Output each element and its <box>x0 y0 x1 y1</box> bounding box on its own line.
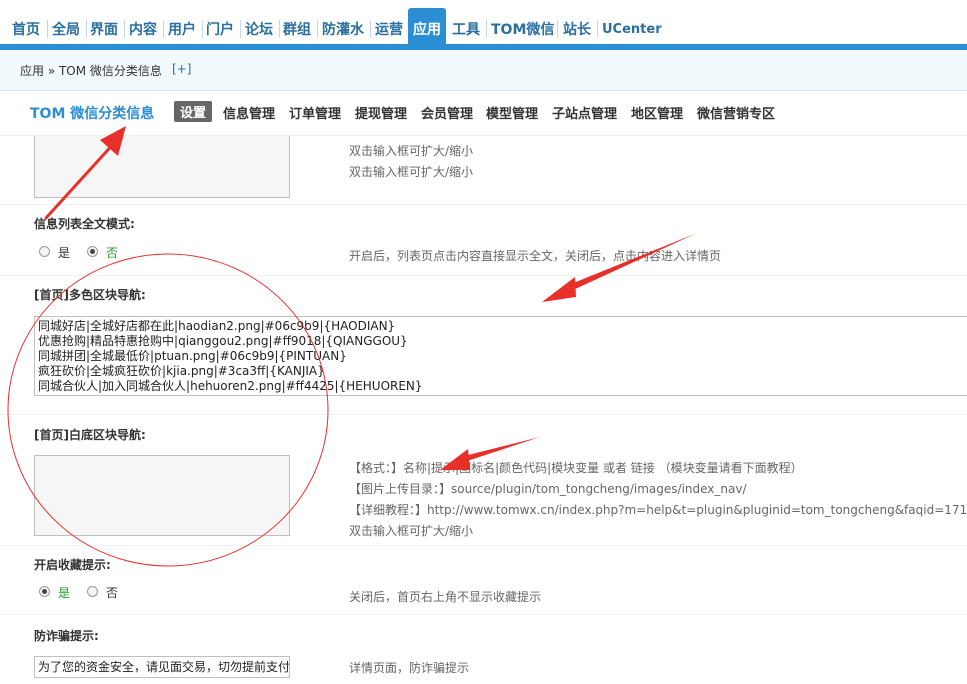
white-nav-textarea[interactable] <box>34 455 290 536</box>
textarea-line: 同城拼团|全城最低价|ptuan.png|#06c9b9|{PINTUAN} <box>38 349 347 363</box>
setting-label: 开启收藏提示: <box>34 558 111 572</box>
setting-row-white-nav: [首页]白底区块导航: 【格式：】名称|提示|图标名|颜色代码|模块变量 或者 … <box>0 415 967 546</box>
setting-row: 双击输入框可扩大/缩小 双击输入框可扩大/缩小 <box>0 136 967 205</box>
radio-yes[interactable] <box>39 586 50 597</box>
tab-withdraw-management[interactable]: 提现管理 <box>355 103 407 122</box>
tab-order-management[interactable]: 订单管理 <box>289 103 341 122</box>
tab-substation-management[interactable]: 子站点管理 <box>552 103 617 122</box>
radio-no-label[interactable]: 否 <box>106 584 118 601</box>
textarea-line: 疯狂砍价|全城疯狂砍价|kjia.png|#3ca3ff|{KANJIA} <box>38 364 325 378</box>
tab-model-management[interactable]: 模型管理 <box>486 103 538 122</box>
setting-label: [首页]多色区块导航: <box>34 288 146 302</box>
textarea-line: 同城好店|全城好店都在此|haodian2.png|#06c9b9|{HAODI… <box>38 319 396 333</box>
nav-global[interactable]: 全局 <box>48 8 84 44</box>
setting-hint: 双击输入框可扩大/缩小 <box>349 165 474 179</box>
top-nav: 首页 全局 界面 内容 用户 门户 论坛 群组 防灌水 运营 应用 工具 TOM… <box>0 0 967 50</box>
setting-hint: 详情页面，防诈骗提示 <box>349 661 470 675</box>
nav-antispam[interactable]: 防灌水 <box>318 8 368 44</box>
setting-hint: 双击输入框可扩大/缩小 <box>349 524 474 538</box>
setting-label: 信息列表全文模式: <box>34 217 135 231</box>
nav-content[interactable]: 内容 <box>125 8 161 44</box>
breadcrumb: 应用 » TOM 微信分类信息 [+] <box>0 50 967 91</box>
setting-hint: 关闭后，首页右上角不显示收藏提示 <box>349 590 542 604</box>
nav-apps[interactable]: 应用 <box>408 8 446 44</box>
nav-users[interactable]: 用户 <box>164 8 200 44</box>
setting-hint: 双击输入框可扩大/缩小 <box>349 144 474 158</box>
radio-no[interactable] <box>87 586 98 597</box>
nav-webmaster[interactable]: 站长 <box>559 8 595 44</box>
nav-tools[interactable]: 工具 <box>448 8 484 44</box>
radio-yes[interactable] <box>39 246 50 257</box>
tab-member-management[interactable]: 会员管理 <box>421 103 473 122</box>
tab-info-management[interactable]: 信息管理 <box>223 103 275 122</box>
plugin-title: TOM 微信分类信息 <box>30 106 155 122</box>
antifraud-input[interactable]: 为了您的资金安全，请见面交易，切勿提前支付 <box>34 656 290 678</box>
nav-forum[interactable]: 论坛 <box>241 8 277 44</box>
previous-textarea[interactable] <box>34 136 290 198</box>
setting-hint: 【格式：】名称|提示|图标名|颜色代码|模块变量 或者 链接 （模块变量请看下面… <box>349 461 803 475</box>
tab-settings[interactable]: 设置 <box>174 101 213 122</box>
setting-hint: 开启后，列表页点击内容直接显示全文，关闭后，点击内容进入详情页 <box>349 249 722 263</box>
setting-hint: 【图片上传目录：】source/plugin/tom_tongcheng/ima… <box>349 482 747 496</box>
setting-hint: 【详细教程：】http://www.tomwx.cn/index.php?m=h… <box>349 503 967 517</box>
nav-ucenter[interactable]: UCenter <box>598 8 666 44</box>
setting-row-favorite-tip: 开启收藏提示: 是 否 关闭后，首页右上角不显示收藏提示 <box>0 546 967 615</box>
nav-portal[interactable]: 门户 <box>202 8 238 44</box>
radio-yes-label[interactable]: 是 <box>58 584 70 601</box>
radio-no[interactable] <box>87 246 98 257</box>
setting-label: [首页]白底区块导航: <box>34 428 146 442</box>
plugin-tab-bar: TOM 微信分类信息 设置 信息管理 订单管理 提现管理 会员管理 模型管理 子… <box>0 91 967 136</box>
radio-yes-label[interactable]: 是 <box>58 244 70 261</box>
radio-no-label[interactable]: 否 <box>106 244 118 261</box>
add-shortcut-link[interactable]: [+] <box>172 62 191 76</box>
nav-groups[interactable]: 群组 <box>279 8 315 44</box>
tab-wechat-marketing[interactable]: 微信营销专区 <box>697 103 775 122</box>
textarea-line: 同城合伙人|加入同城合伙人|hehuoren2.png|#ff4425|{HEH… <box>38 379 423 393</box>
color-nav-textarea[interactable]: 同城好店|全城好店都在此|haodian2.png|#06c9b9|{HAODI… <box>34 316 967 396</box>
tab-region-management[interactable]: 地区管理 <box>631 103 683 122</box>
nav-separator <box>557 20 558 38</box>
setting-row-fulltext-mode: 信息列表全文模式: 是 否 开启后，列表页点击内容直接显示全文，关闭后，点击内容… <box>0 205 967 276</box>
nav-tom-wechat[interactable]: TOM微信 <box>487 8 558 44</box>
setting-label: 防诈骗提示: <box>34 629 99 643</box>
breadcrumb-path[interactable]: 应用 » TOM 微信分类信息 <box>20 62 162 79</box>
nav-operations[interactable]: 运营 <box>371 8 407 44</box>
nav-interface[interactable]: 界面 <box>86 8 122 44</box>
nav-home[interactable]: 首页 <box>8 8 44 44</box>
textarea-line: 优惠抢购|精品特惠抢购中|qianggou2.png|#ff9018|{QIAN… <box>38 334 408 348</box>
